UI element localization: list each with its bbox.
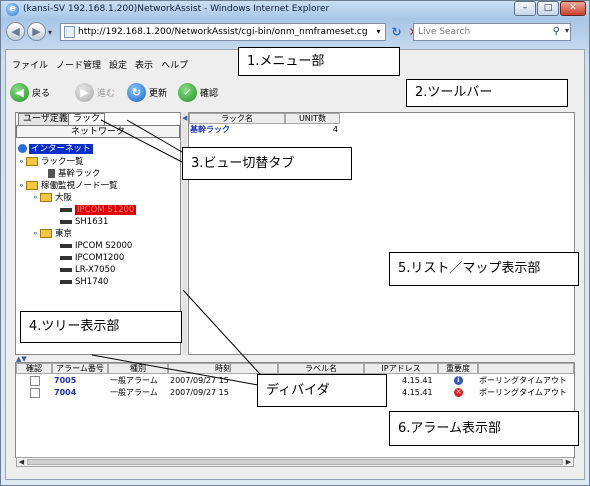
annotation-tree: 4.ツリー表示部 — [20, 311, 182, 343]
annotation-alarm: 6.アラーム表示部 — [389, 411, 579, 446]
annotation-menu: 1.メニュー部 — [238, 47, 400, 76]
annotation-divider: ディバイダ — [257, 374, 387, 407]
annotation-toolbar: 2.ツールバー — [406, 79, 568, 107]
annotation-list-map: 5.リスト／マップ表示部 — [389, 252, 579, 286]
annotation-view-tabs: 3.ビュー切替タブ — [182, 147, 352, 180]
